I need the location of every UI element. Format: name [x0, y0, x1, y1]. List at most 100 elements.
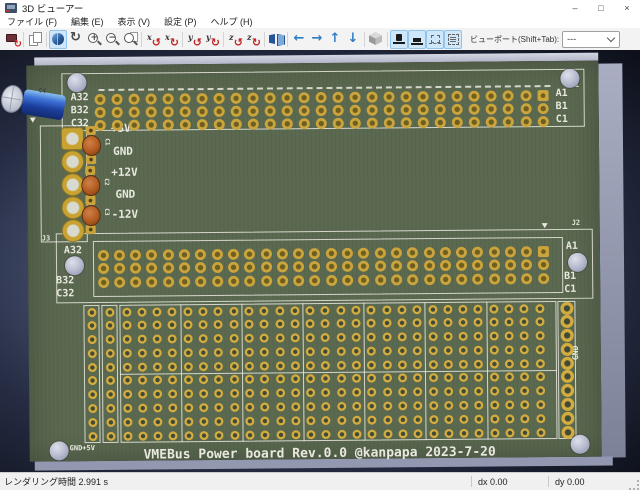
pad [247, 105, 259, 117]
rotate-x-ccw-button[interactable]: x ↺ [144, 30, 162, 49]
maximize-button[interactable]: □ [588, 0, 614, 15]
show-not-in-posfile-button[interactable] [444, 29, 462, 49]
pad [228, 306, 239, 316]
menu-preferences[interactable]: 設定 (P) [157, 15, 204, 28]
pad [276, 274, 289, 286]
rotate-x-cw-button[interactable]: x ↻ [162, 30, 180, 49]
orientation-button[interactable] [49, 29, 67, 49]
rotate-z-ccw-button[interactable]: z ↺ [226, 30, 244, 49]
pad [455, 246, 468, 258]
pad [374, 246, 386, 259]
mounting-hole [559, 68, 579, 88]
pad [146, 248, 158, 261]
pad [229, 347, 239, 357]
pad [152, 362, 163, 372]
show-th-models-button[interactable] [390, 29, 408, 49]
pad [122, 348, 132, 358]
cube-icon [368, 31, 384, 47]
pad [486, 116, 498, 128]
pad [428, 332, 438, 342]
th-component-icon [391, 31, 407, 47]
pad [245, 402, 255, 412]
redraw-icon: ↻ [70, 30, 81, 45]
toolbar-separator [264, 31, 265, 47]
show-smd-models-button[interactable] [408, 29, 426, 49]
pad [320, 305, 330, 315]
cap-ref: C2 [102, 178, 110, 186]
pad [488, 273, 500, 285]
move-left-button[interactable]: ← [290, 30, 308, 49]
pad [275, 429, 286, 439]
pad [443, 331, 453, 342]
pad [274, 305, 284, 315]
pad [122, 362, 132, 372]
reload-board-button[interactable]: ↻ [3, 30, 22, 50]
viewport-3d[interactable]: A32 B32 C32 A1 B1 C1 J1 J2 A32 B32 C32 A… [0, 50, 640, 472]
pad [374, 273, 386, 286]
menu-edit[interactable]: 編集 (E) [64, 15, 111, 28]
pad [183, 389, 193, 399]
rotate-z-cw-button[interactable]: z ↻ [244, 30, 262, 49]
viewport-preset-select[interactable]: --- [562, 30, 621, 48]
menu-view[interactable]: 表示 (V) [111, 15, 158, 28]
menu-file[interactable]: ファイル (F) [0, 15, 64, 28]
pad [521, 272, 533, 284]
pad [489, 304, 499, 314]
pad [352, 429, 362, 439]
pad [537, 245, 549, 257]
orthographic-projection-button[interactable] [367, 30, 385, 49]
copy-image-button[interactable] [26, 30, 44, 49]
move-right-button[interactable]: → [308, 30, 326, 49]
pad [195, 248, 207, 260]
pad [400, 103, 412, 115]
j1-row-label: A32 [70, 92, 89, 104]
show-virtual-models-button[interactable] [426, 29, 444, 49]
minimize-button[interactable]: – [562, 0, 588, 15]
zoom-in-button[interactable]: + [85, 30, 103, 49]
pad [315, 104, 327, 116]
pad [397, 359, 407, 370]
pad [444, 414, 454, 424]
pad [536, 427, 546, 437]
pad [138, 431, 148, 441]
zoom-fit-button[interactable] [121, 30, 139, 49]
pad [456, 259, 468, 271]
pcb-board-3d: A32 B32 C32 A1 B1 C1 J1 J2 A32 B32 C32 A… [0, 50, 630, 471]
pad [214, 361, 224, 371]
pad [351, 346, 361, 356]
pad [427, 304, 437, 314]
j2-row-label: C32 [56, 288, 75, 300]
pad [247, 92, 259, 104]
pad [230, 105, 242, 117]
pad [535, 358, 545, 368]
close-button[interactable]: × [614, 0, 640, 15]
pad [183, 306, 193, 316]
electrolytic-capacitor [0, 82, 69, 124]
pad [168, 430, 178, 440]
pad [179, 105, 191, 117]
pad [352, 401, 362, 411]
resize-grip[interactable] [629, 480, 639, 490]
move-down-button[interactable]: ↓ [344, 30, 362, 49]
pad [214, 416, 224, 426]
pad [122, 334, 132, 344]
pad [400, 90, 412, 102]
rotate-y-ccw-button[interactable]: y ↺ [185, 30, 203, 49]
pad [146, 261, 158, 274]
flip-board-button[interactable] [267, 30, 285, 49]
pad [97, 276, 109, 288]
pad [153, 430, 163, 441]
move-up-button[interactable]: ↑ [326, 30, 344, 49]
pad [85, 166, 96, 176]
pad [488, 246, 500, 258]
pad [485, 90, 498, 102]
rotate-y-cw-button[interactable]: y ↻ [203, 30, 221, 49]
menu-help[interactable]: ヘルプ (H) [204, 15, 260, 28]
pad [275, 416, 285, 426]
app-icon [5, 2, 17, 13]
pad [227, 261, 239, 273]
redraw-button[interactable]: ↻ [67, 30, 85, 49]
zoom-out-button[interactable]: − [103, 30, 121, 49]
pad [443, 345, 453, 355]
pad [469, 103, 481, 115]
